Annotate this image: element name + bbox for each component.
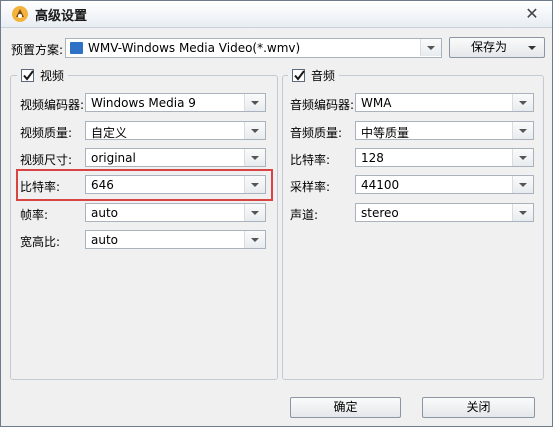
app-logo-icon [11,5,29,23]
audio-codec-value: WMA [361,96,392,110]
sample-rate-value: 44100 [361,178,400,192]
chevron-down-icon[interactable] [512,149,533,166]
sample-rate-label: 采样率: [290,180,331,194]
channels-label: 声道: [290,208,319,222]
preset-label: 预置方案: [11,43,64,57]
framerate-value: auto [91,206,119,220]
framerate-select[interactable]: auto [85,203,266,222]
dropdown-caret-icon [528,46,536,50]
chevron-down-icon[interactable] [512,94,533,111]
chevron-down-icon[interactable] [244,149,265,166]
preset-value: WMV-Windows Media Video(*.wmv) [88,41,301,55]
video-group-header: 视频 [17,67,69,84]
advanced-settings-window: 高级设置 ✕ 预置方案: WMV-Windows Media Video(*.w… [0,0,553,427]
ok-button[interactable]: 确定 [290,397,401,418]
media-file-icon [70,42,83,54]
audio-codec-label: 音频编码器: [290,98,355,112]
channels-select[interactable]: stereo [355,203,534,222]
title-bar[interactable]: 高级设置 ✕ [1,1,552,28]
video-size-label: 视频尺寸: [20,153,73,167]
chevron-down-icon[interactable] [512,176,533,193]
window-title: 高级设置 [35,9,88,24]
chevron-down-icon[interactable] [420,39,441,56]
aspect-ratio-select[interactable]: auto [85,230,266,249]
video-quality-select[interactable]: 自定义 [85,121,266,140]
audio-bitrate-value: 128 [361,151,384,165]
audio-quality-label: 音频质量: [290,126,343,140]
audio-quality-select[interactable]: 中等质量 [355,121,534,140]
audio-bitrate-label: 比特率: [290,153,331,167]
video-group-title: 视频 [40,69,65,83]
aspect-ratio-label: 宽高比: [20,235,61,249]
audio-quality-value: 中等质量 [361,126,410,140]
sample-rate-select[interactable]: 44100 [355,175,534,194]
audio-group-title: 音频 [311,69,336,83]
close-button[interactable]: 关闭 [422,397,535,418]
video-codec-select[interactable]: Windows Media 9 [85,93,266,112]
audio-codec-select[interactable]: WMA [355,93,534,112]
bitrate-highlight-box [16,169,273,201]
aspect-ratio-value: auto [91,233,119,247]
framerate-label: 帧率: [20,208,49,222]
chevron-down-icon[interactable] [244,204,265,221]
chevron-down-icon[interactable] [512,204,533,221]
preset-select[interactable]: WMV-Windows Media Video(*.wmv) [65,38,442,58]
save-as-button[interactable]: 保存为 [449,37,545,58]
close-icon[interactable]: ✕ [522,4,542,24]
audio-enabled-checkbox[interactable] [292,69,305,82]
video-quality-label: 视频质量: [20,126,73,140]
video-size-select[interactable]: original [85,148,266,167]
chevron-down-icon[interactable] [244,231,265,248]
save-as-label: 保存为 [470,40,507,54]
video-codec-value: Windows Media 9 [91,96,196,110]
audio-bitrate-select[interactable]: 128 [355,148,534,167]
chevron-down-icon[interactable] [244,122,265,139]
chevron-down-icon[interactable] [512,122,533,139]
channels-value: stereo [361,206,399,220]
audio-group-header: 音频 [288,67,340,84]
video-codec-label: 视频编码器: [20,98,85,112]
video-quality-value: 自定义 [91,126,128,140]
video-size-value: original [91,151,136,165]
chevron-down-icon[interactable] [244,94,265,111]
video-enabled-checkbox[interactable] [21,69,34,82]
